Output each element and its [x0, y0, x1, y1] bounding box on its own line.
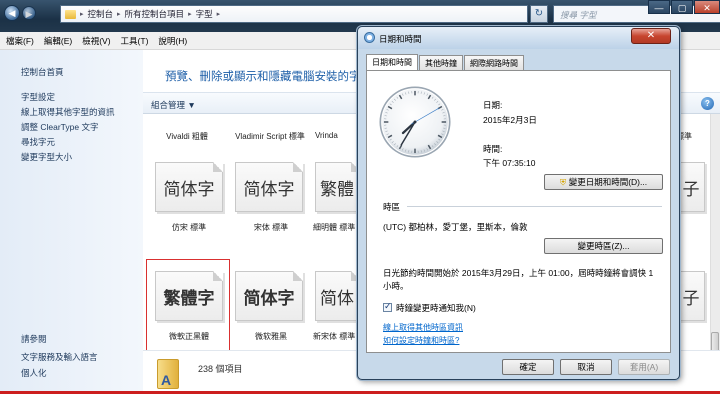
- back-button[interactable]: ◀: [4, 5, 20, 21]
- change-date-time-button[interactable]: ⛨ 變更日期和時間(D)...: [544, 174, 663, 190]
- help-icon[interactable]: ?: [701, 97, 714, 110]
- forward-button[interactable]: ▶: [22, 6, 36, 20]
- breadcrumb-control-panel[interactable]: 控制台: [88, 8, 114, 20]
- scrollbar-thumb[interactable]: [711, 332, 719, 352]
- timezone-header: 時區: [383, 202, 401, 212]
- check-icon: ✓: [384, 301, 392, 311]
- font-tile-nsimsun[interactable]: 简体: [315, 271, 361, 321]
- font-glyph-preview: 简体: [320, 288, 354, 308]
- font-glyph-preview: 简体字: [163, 179, 215, 199]
- font-tile-jhenghei[interactable]: 繁體字: [155, 271, 223, 321]
- notify-checkbox-label[interactable]: 時鐘變更時通知我(N): [396, 302, 476, 314]
- dialog-tabs: 日期和時間 其他時鐘 網際網路時間: [366, 54, 524, 71]
- dialog-titlebar[interactable]: 日期和時間 ✕: [358, 27, 679, 49]
- font-item-vrinda[interactable]: Vrinda: [315, 131, 359, 140]
- find-character-link[interactable]: 尋找字元: [21, 136, 55, 148]
- page-title: 預覽、刪除或顯示和隱藏電腦安裝的字型: [165, 71, 372, 83]
- date-label: 日期:: [483, 100, 503, 110]
- font-tile-right[interactable]: 子: [677, 271, 705, 321]
- text-services-link[interactable]: 文字服務及輸入語言: [21, 351, 98, 363]
- notify-checkbox[interactable]: ✓: [383, 301, 392, 312]
- breadcrumb-all-items[interactable]: 所有控制台項目: [125, 8, 185, 20]
- menu-edit[interactable]: 編輯(E): [44, 35, 72, 47]
- clock-icon: [364, 32, 375, 43]
- font-name: 宋体 標準: [253, 223, 289, 232]
- font-glyph-preview: 简体字: [243, 288, 295, 308]
- change-font-size-link[interactable]: 變更字型大小: [21, 151, 72, 163]
- refresh-icon[interactable]: ↻: [530, 5, 548, 23]
- personalization-link[interactable]: 個人化: [21, 367, 47, 379]
- get-more-fonts-link[interactable]: 線上取得其他字型的資訊: [21, 106, 115, 118]
- font-settings-link[interactable]: 字型設定: [21, 91, 55, 103]
- tab-internet-time[interactable]: 網際網路時間: [464, 55, 524, 70]
- time-label: 時間:: [483, 144, 503, 154]
- cancel-button[interactable]: 取消: [560, 359, 612, 375]
- font-name: 仿宋 標準: [171, 223, 207, 232]
- organize-button[interactable]: 組合管理 ▼: [151, 99, 196, 111]
- font-glyph-preview: 繁體: [320, 179, 354, 199]
- font-tile-mingliu[interactable]: 繁體: [315, 162, 361, 212]
- dialog-close-button[interactable]: ✕: [631, 28, 671, 44]
- minimize-button[interactable]: —: [648, 0, 670, 14]
- screen: { "explorer": { "nav_back": "◀", "nav_fw…: [0, 0, 720, 394]
- task-pane: 控制台首頁 字型設定 線上取得其他字型的資訊 調整 ClearType 文字 尋…: [0, 50, 143, 394]
- dst-info-line-2: 小時。: [383, 281, 409, 291]
- address-bar[interactable]: ▸ 控制台 ▸ 所有控制台項目 ▸ 字型 ▸: [60, 5, 528, 23]
- cleartype-link[interactable]: 調整 ClearType 文字: [21, 121, 98, 133]
- font-glyph-preview: 简体字: [243, 179, 295, 199]
- font-name: 新宋体 標準: [313, 332, 356, 341]
- font-tile-simsun[interactable]: 简体字: [235, 162, 303, 212]
- control-panel-home-link[interactable]: 控制台首頁: [21, 66, 64, 78]
- see-also-header: 請參閱: [21, 334, 47, 344]
- date-time-panel: 日期: 2015年2月3日 時間: 下午 07:35:10 ⛨ 變更日期和時間(…: [366, 70, 671, 353]
- font-tile-yahei[interactable]: 简体字: [235, 271, 303, 321]
- breadcrumb-fonts[interactable]: 字型: [196, 8, 213, 20]
- font-glyph-preview: 子: [682, 179, 700, 199]
- font-item-vivaldi[interactable]: Vivaldi 粗體: [147, 131, 227, 142]
- menu-help[interactable]: 說明(H): [158, 35, 187, 47]
- date-time-dialog: 日期和時間 ✕ 日期和時間 其他時鐘 網際網路時間 日期: 2015年2月3日 …: [357, 26, 680, 380]
- font-item-right-label: 標準: [676, 132, 692, 141]
- change-timezone-button[interactable]: 變更時區(Z)...: [544, 238, 663, 254]
- fonts-folder-icon: A: [157, 359, 179, 389]
- menu-tools[interactable]: 工具(T): [121, 35, 149, 47]
- item-count: 238 個項目: [198, 364, 243, 374]
- tab-additional-clocks[interactable]: 其他時鐘: [419, 55, 463, 70]
- font-glyph-preview: 子: [682, 288, 700, 308]
- folder-icon: [65, 9, 76, 19]
- maximize-button[interactable]: ▢: [671, 0, 693, 14]
- font-tile-right[interactable]: 子: [677, 162, 705, 212]
- dialog-title: 日期和時間: [379, 34, 422, 44]
- shield-icon: ⛨: [559, 177, 567, 187]
- apply-button[interactable]: 套用(A): [618, 359, 670, 375]
- menu-file[interactable]: 檔案(F): [6, 35, 34, 47]
- timezone-info-link[interactable]: 線上取得其他時區資訊: [383, 322, 463, 333]
- menu-view[interactable]: 檢視(V): [82, 35, 110, 47]
- font-name: 微軟正黑體: [169, 332, 209, 341]
- ok-button[interactable]: 確定: [502, 359, 554, 375]
- divider: [407, 206, 662, 207]
- tab-date-time[interactable]: 日期和時間: [366, 54, 418, 70]
- font-name: 微软雅黑: [255, 332, 287, 341]
- analog-clock: [379, 86, 451, 158]
- change-date-time-label: 變更日期和時間(D)...: [568, 177, 648, 187]
- font-glyph-preview: 繁體字: [163, 288, 215, 308]
- font-name: 細明體 標準: [313, 223, 356, 232]
- time-value: 下午 07:35:10: [483, 158, 536, 168]
- date-value: 2015年2月3日: [483, 115, 537, 125]
- dst-info-line-1: 日光節約時間開始於 2015年3月29日，上午 01:00，屆時時鐘將會調快 1: [383, 268, 654, 278]
- font-tile-fangsong[interactable]: 简体字: [155, 162, 223, 212]
- timezone-value: (UTC) 都柏林，愛丁堡，里斯本，倫敦: [383, 222, 528, 232]
- font-item-vladimir-script[interactable]: Vladimir Script 標準: [229, 131, 311, 142]
- clock-help-link[interactable]: 如何設定時鐘和時區?: [383, 335, 459, 346]
- close-button[interactable]: ✕: [694, 0, 720, 14]
